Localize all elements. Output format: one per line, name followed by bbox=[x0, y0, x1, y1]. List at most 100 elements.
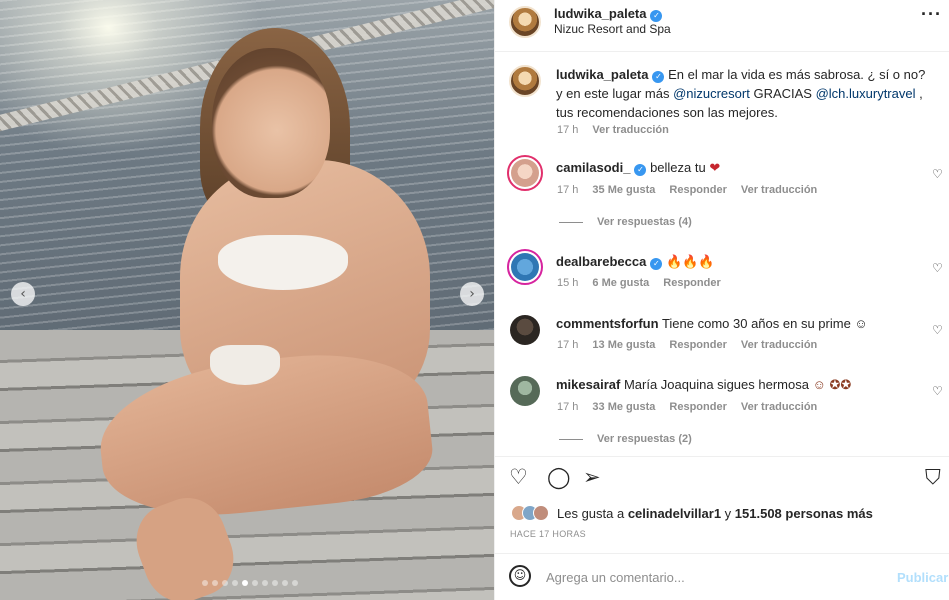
replies-divider bbox=[559, 438, 583, 440]
reply-button[interactable]: Responder bbox=[669, 184, 726, 196]
translate-button[interactable]: Ver traducción bbox=[741, 401, 817, 413]
caption-part: GRACIAS bbox=[749, 86, 816, 101]
avatar[interactable] bbox=[510, 315, 540, 345]
comment-meta: 15 h 6 Me gusta Responder bbox=[557, 277, 721, 289]
comment-likes[interactable]: 35 Me gusta bbox=[592, 184, 655, 196]
like-comment-heart-icon[interactable]: ♡ bbox=[932, 261, 944, 275]
comment-body: belleza tu bbox=[650, 160, 706, 175]
carousel-dot bbox=[212, 580, 218, 586]
translate-button[interactable]: Ver traducción bbox=[592, 124, 668, 136]
post-location[interactable]: Nizuc Resort and Spa bbox=[554, 22, 671, 36]
comment-time[interactable]: 17 h bbox=[557, 401, 578, 413]
post-header: ludwika_paleta ✓ Nizuc Resort and Spa ··· bbox=[495, 0, 949, 52]
comment-bubble-icon[interactable]: ◯ bbox=[547, 465, 571, 489]
save-bookmark-icon[interactable]: ⛉ bbox=[925, 465, 941, 490]
comments-list[interactable]: ludwika_paleta ✓ En el mar la vida es más… bbox=[495, 53, 949, 455]
username-text[interactable]: ludwika_paleta bbox=[554, 6, 646, 21]
publish-button[interactable]: Publicar bbox=[897, 570, 948, 585]
verified-badge-icon: ✓ bbox=[650, 10, 663, 22]
likes-text: Les gusta a celinadelvillar1 y 151.508 p… bbox=[557, 506, 873, 521]
comment-username[interactable]: commentsforfun bbox=[556, 316, 659, 331]
verified-badge-icon: ✓ bbox=[634, 164, 647, 176]
view-replies-button[interactable]: Ver respuestas (2) bbox=[559, 433, 692, 445]
likes-prefix: Les gusta a bbox=[557, 505, 628, 521]
like-heart-icon[interactable]: ♡ bbox=[509, 465, 528, 489]
post-actions-bar: ♡ ◯ ➢ ⛉ bbox=[495, 456, 949, 496]
smile-emoji-icon: ☺ bbox=[854, 316, 868, 331]
caption-meta: 17 h Ver traducción bbox=[557, 124, 669, 136]
avatar[interactable] bbox=[507, 249, 543, 285]
chevron-right-icon: › bbox=[469, 286, 475, 302]
carousel-dot bbox=[292, 580, 298, 586]
emoji-icon: ☺ ✪✪ bbox=[812, 377, 852, 392]
like-comment-heart-icon[interactable]: ♡ bbox=[932, 167, 944, 181]
emoji-picker-icon[interactable]: ☺ bbox=[509, 565, 531, 587]
avatar[interactable] bbox=[509, 6, 541, 38]
likes-summary[interactable]: Les gusta a celinadelvillar1 y 151.508 p… bbox=[511, 505, 873, 521]
comment-meta: 17 h 35 Me gusta Responder Ver traducció… bbox=[557, 184, 817, 196]
reply-button[interactable]: Responder bbox=[669, 401, 726, 413]
caption-text: ludwika_paleta ✓ En el mar la vida es más… bbox=[556, 65, 928, 122]
verified-badge-icon: ✓ bbox=[652, 71, 665, 83]
comment-time[interactable]: 17 h bbox=[557, 184, 578, 196]
avatar-image bbox=[511, 253, 539, 281]
fire-emoji-icon: 🔥🔥🔥 bbox=[665, 254, 715, 269]
carousel-dot bbox=[222, 580, 228, 586]
carousel-dot bbox=[232, 580, 238, 586]
comment-body: María Joaquina sigues hermosa bbox=[623, 377, 809, 392]
avatar[interactable] bbox=[509, 65, 541, 97]
add-comment-bar: ☺ Agrega un comentario... Publicar bbox=[495, 553, 949, 600]
photo-bikini-top bbox=[218, 235, 348, 290]
comment-username[interactable]: camilasodi_ bbox=[556, 160, 630, 175]
comment-likes[interactable]: 6 Me gusta bbox=[592, 277, 649, 289]
replies-divider bbox=[559, 221, 583, 223]
translate-button[interactable]: Ver traducción bbox=[741, 184, 817, 196]
photo-person-head bbox=[212, 48, 330, 198]
avatar[interactable] bbox=[507, 155, 543, 191]
next-slide-button[interactable]: › bbox=[460, 282, 484, 306]
caption-username[interactable]: ludwika_paleta bbox=[556, 67, 648, 82]
view-replies-label[interactable]: Ver respuestas (2) bbox=[597, 433, 692, 445]
carousel-dot bbox=[272, 580, 278, 586]
reply-button[interactable]: Responder bbox=[663, 277, 720, 289]
share-paper-plane-icon[interactable]: ➢ bbox=[583, 465, 601, 489]
comment-username[interactable]: dealbarebecca bbox=[556, 254, 646, 269]
broken-heart-emoji-icon: ❤ bbox=[709, 160, 721, 175]
comment-text: dealbarebecca ✓ 🔥🔥🔥 bbox=[556, 252, 928, 271]
comment-text: camilasodi_ ✓ belleza tu ❤ bbox=[556, 158, 928, 177]
comment-text: commentsforfun Tiene como 30 años en su … bbox=[556, 314, 928, 333]
mention-link[interactable]: @nizucresort bbox=[673, 86, 750, 101]
comment-time[interactable]: 15 h bbox=[557, 277, 578, 289]
liker-username[interactable]: celinadelvillar1 bbox=[628, 506, 721, 521]
comment-meta: 17 h 33 Me gusta Responder Ver traducció… bbox=[557, 401, 817, 413]
comment-time[interactable]: 17 h bbox=[557, 124, 578, 136]
carousel-dot bbox=[252, 580, 258, 586]
likes-count[interactable]: 151.508 personas más bbox=[735, 506, 873, 521]
photo-bikini-bottom bbox=[210, 345, 280, 385]
post-timestamp[interactable]: HACE 17 HORAS bbox=[510, 529, 586, 539]
carousel-dot bbox=[282, 580, 288, 586]
post-photo[interactable]: ‹ › bbox=[0, 0, 494, 600]
comment-likes[interactable]: 33 Me gusta bbox=[592, 401, 655, 413]
reply-button[interactable]: Responder bbox=[669, 339, 726, 351]
post-author-username[interactable]: ludwika_paleta ✓ bbox=[554, 6, 663, 22]
carousel-dot bbox=[262, 580, 268, 586]
carousel-dot bbox=[202, 580, 208, 586]
like-comment-heart-icon[interactable]: ♡ bbox=[932, 384, 944, 398]
comment-time[interactable]: 17 h bbox=[557, 339, 578, 351]
mention-link[interactable]: @lch.luxurytravel bbox=[816, 86, 916, 101]
avatar[interactable] bbox=[510, 376, 540, 406]
like-comment-heart-icon[interactable]: ♡ bbox=[932, 323, 944, 337]
more-options-icon[interactable]: ··· bbox=[921, 4, 942, 25]
view-replies-button[interactable]: Ver respuestas (4) bbox=[559, 216, 692, 228]
comment-username[interactable]: mikesairaf bbox=[556, 377, 620, 392]
view-replies-label[interactable]: Ver respuestas (4) bbox=[597, 216, 692, 228]
comment-body: Tiene como 30 años en su prime bbox=[661, 316, 851, 331]
chevron-left-icon: ‹ bbox=[20, 286, 26, 302]
avatar-image bbox=[511, 159, 539, 187]
translate-button[interactable]: Ver traducción bbox=[741, 339, 817, 351]
previous-slide-button[interactable]: ‹ bbox=[11, 282, 35, 306]
carousel-dots bbox=[202, 580, 298, 586]
comment-input[interactable]: Agrega un comentario... bbox=[546, 570, 685, 585]
comment-likes[interactable]: 13 Me gusta bbox=[592, 339, 655, 351]
